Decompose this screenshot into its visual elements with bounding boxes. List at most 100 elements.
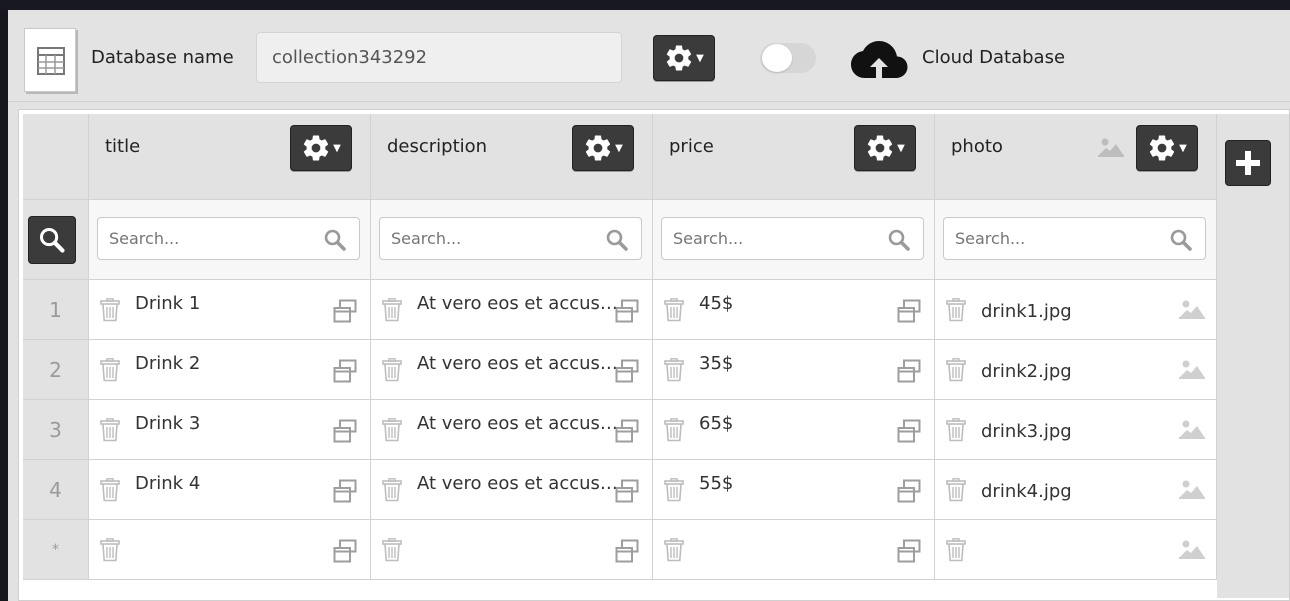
trash-icon[interactable]	[381, 418, 403, 446]
column-settings-button[interactable]: ▼	[1136, 125, 1198, 171]
table-cell-title[interactable]: Drink 2	[89, 340, 371, 400]
chevron-down-icon: ▼	[1179, 142, 1187, 154]
row-number: 1	[23, 280, 89, 340]
cell-value: Drink 3	[135, 413, 201, 434]
trash-icon[interactable]	[945, 478, 967, 506]
table-cell-description[interactable]: At vero eos et accus…	[371, 460, 653, 520]
image-icon[interactable]	[1178, 538, 1206, 564]
column-search-cell	[371, 200, 653, 280]
copy-icon[interactable]	[897, 479, 921, 507]
cell-value: drink1.jpg	[981, 301, 1072, 322]
database-name-input[interactable]	[256, 32, 622, 83]
column-settings-button[interactable]: ▼	[854, 125, 916, 171]
column-search-input[interactable]	[661, 217, 924, 260]
trash-icon[interactable]	[945, 418, 967, 446]
trash-icon[interactable]	[945, 538, 967, 566]
image-icon[interactable]	[1178, 298, 1206, 324]
trash-icon[interactable]	[663, 478, 685, 506]
image-icon[interactable]	[1178, 358, 1206, 384]
search-all-button[interactable]	[28, 216, 76, 264]
trash-icon[interactable]	[381, 478, 403, 506]
chevron-down-icon: ▼	[333, 142, 341, 154]
table-cell-description[interactable]: At vero eos et accus…	[371, 280, 653, 340]
trash-icon[interactable]	[663, 358, 685, 386]
plus-icon	[1236, 151, 1260, 175]
database-settings-button[interactable]: ▼	[653, 35, 715, 81]
copy-icon[interactable]	[897, 539, 921, 567]
column-search-input[interactable]	[97, 217, 360, 260]
table-cell-price[interactable]: 55$	[653, 460, 935, 520]
search-icon	[888, 229, 910, 251]
copy-icon[interactable]	[333, 539, 357, 567]
copy-icon[interactable]	[333, 479, 357, 507]
copy-icon[interactable]	[333, 419, 357, 447]
table-cell-price[interactable]	[653, 520, 935, 580]
table-cell-title[interactable]: Drink 1	[89, 280, 371, 340]
trash-icon[interactable]	[99, 298, 121, 326]
trash-icon[interactable]	[99, 538, 121, 566]
image-icon[interactable]	[1178, 418, 1206, 444]
image-icon	[1097, 136, 1125, 162]
table-cell-photo[interactable]: drink2.jpg	[935, 340, 1217, 400]
table-cell-photo[interactable]: drink1.jpg	[935, 280, 1217, 340]
trash-icon[interactable]	[99, 418, 121, 446]
cloud-database-label: Cloud Database	[922, 47, 1066, 68]
table-cell-photo[interactable]: drink4.jpg	[935, 460, 1217, 520]
trash-icon[interactable]	[945, 358, 967, 386]
column-title: description	[387, 136, 488, 157]
table-panel: title ▼ description ▼ price ▼ photo ▼ 1 Drink 1 At…	[18, 109, 1290, 601]
image-icon[interactable]	[1178, 478, 1206, 504]
cell-value: At vero eos et accus…	[417, 293, 618, 314]
copy-icon[interactable]	[897, 359, 921, 387]
database-header: Database name ▼ Cloud Database	[8, 10, 1290, 102]
table-cell-price[interactable]: 65$	[653, 400, 935, 460]
trash-icon[interactable]	[945, 298, 967, 326]
cell-value: 55$	[699, 473, 734, 494]
copy-icon[interactable]	[615, 419, 639, 447]
column-search-input[interactable]	[379, 217, 642, 260]
cell-value: Drink 2	[135, 353, 201, 374]
trash-icon[interactable]	[663, 538, 685, 566]
column-header-photo: photo ▼	[935, 114, 1217, 200]
copy-icon[interactable]	[333, 359, 357, 387]
copy-icon[interactable]	[615, 299, 639, 327]
cloud-database-toggle[interactable]	[760, 43, 816, 73]
gear-icon	[585, 135, 611, 161]
add-column-button[interactable]	[1225, 140, 1271, 186]
copy-icon[interactable]	[333, 299, 357, 327]
trash-icon[interactable]	[99, 358, 121, 386]
trash-icon[interactable]	[663, 418, 685, 446]
copy-icon[interactable]	[897, 419, 921, 447]
column-title: photo	[951, 136, 1003, 157]
cloud-upload-icon	[851, 41, 908, 78]
table-cell-title[interactable]: Drink 4	[89, 460, 371, 520]
table-cell-price[interactable]: 35$	[653, 340, 935, 400]
trash-icon[interactable]	[381, 538, 403, 566]
corner-search-cell	[23, 200, 89, 280]
column-search-cell	[653, 200, 935, 280]
copy-icon[interactable]	[615, 479, 639, 507]
trash-icon[interactable]	[663, 298, 685, 326]
cell-value: 65$	[699, 413, 734, 434]
trash-icon[interactable]	[381, 298, 403, 326]
copy-icon[interactable]	[615, 539, 639, 567]
trash-icon[interactable]	[99, 478, 121, 506]
table-cell-title[interactable]: Drink 3	[89, 400, 371, 460]
trash-icon[interactable]	[381, 358, 403, 386]
cell-value: At vero eos et accus…	[417, 413, 618, 434]
search-icon	[887, 228, 911, 256]
table-cell-description[interactable]: At vero eos et accus…	[371, 400, 653, 460]
column-search-input[interactable]	[943, 217, 1206, 260]
table-cell-photo[interactable]	[935, 520, 1217, 580]
column-settings-button[interactable]: ▼	[290, 125, 352, 171]
table-cell-description[interactable]: At vero eos et accus…	[371, 340, 653, 400]
table-cell-title[interactable]	[89, 520, 371, 580]
table-cell-description[interactable]	[371, 520, 653, 580]
column-settings-button[interactable]: ▼	[572, 125, 634, 171]
gear-icon	[303, 135, 329, 161]
copy-icon[interactable]	[897, 299, 921, 327]
gear-icon	[1149, 135, 1175, 161]
copy-icon[interactable]	[615, 359, 639, 387]
table-cell-photo[interactable]: drink3.jpg	[935, 400, 1217, 460]
table-cell-price[interactable]: 45$	[653, 280, 935, 340]
